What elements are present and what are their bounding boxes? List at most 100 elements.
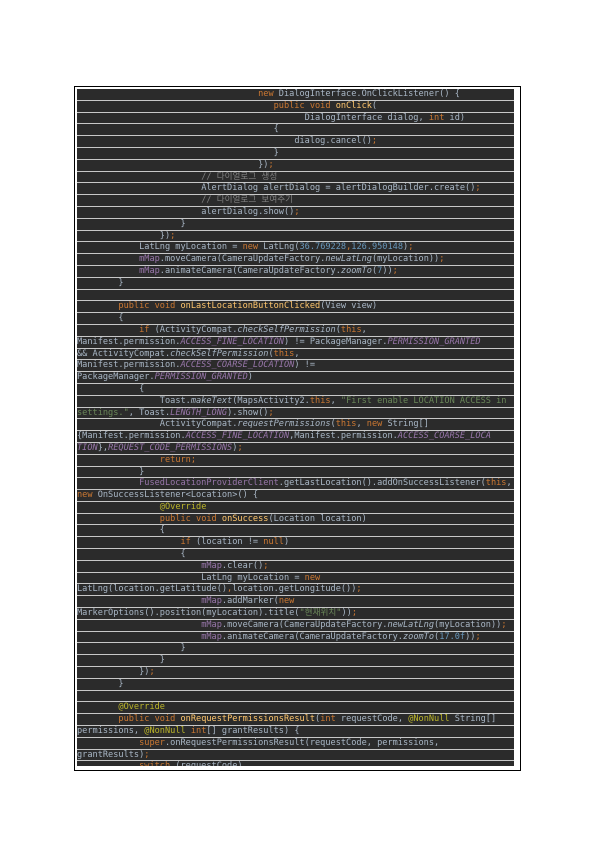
code-line: && ActivityCompat.checkSelfPermission(th… [77,349,514,361]
code-token: onLastLocationButtonClicked [180,301,321,312]
code-token: (Location location) [268,513,367,524]
code-line: } [77,655,514,668]
code-token: ; [351,608,358,619]
code-token: makeText [190,395,233,406]
code-token: PackageManager. [77,372,155,383]
code-token: FusedLocationProviderClient [139,478,279,489]
code-line: }); [77,231,514,243]
code-token: ACCESS_FINE_LOCATION [185,431,290,442]
code-line: permissions, @NonNull int[] grantResults… [77,726,514,738]
code-token: new [366,419,388,430]
code-line: mMap.clear(); [77,561,514,573]
code-token: ; [475,183,481,194]
code-token: , [361,324,367,335]
code-token: this [340,324,362,335]
code-token: public void [273,100,336,111]
code-token: ; [190,454,197,465]
code-token: mMap [139,265,160,276]
code-token: Toast. [159,395,191,406]
code-token: , [506,478,512,489]
code-token: LatLng(location.getLatitude() [77,584,228,595]
code-token: mMap [201,596,222,607]
code-token: ; [263,560,269,571]
code-token: requestCode, [340,714,409,725]
code-token: }) [139,667,150,678]
code-token: public void [118,714,181,725]
code-token: ) != PackageManager. [283,336,388,347]
code-token: new [242,242,264,253]
code-token: (View view) [320,301,378,312]
code-token: ) != [294,360,316,371]
code-token: settings." [77,407,129,418]
code-token: public void [118,301,181,312]
code-token: @Override [159,501,207,512]
code-token: Manifest.permission. [77,360,181,371]
code-token: location.getLongitude()) [232,584,357,595]
code-token: checkSelfPermission [170,348,269,359]
code-token: PERMISSION_GRANTED [387,336,481,347]
code-token: } [180,218,186,229]
code-token: )) [382,265,393,276]
code-token: .moveCamera(CameraUpdateFactory. [221,619,388,630]
code-token: ) [247,372,253,383]
code-line: } [77,219,514,231]
code-token: mMap [139,254,160,265]
code-token: null [263,537,284,548]
code-line: Manifest.permission.ACCESS_COARSE_LOCATI… [77,360,514,373]
code-line: FusedLocationProviderClient.getLastLocat… [77,478,514,491]
code-token: }) [159,230,171,241]
code-line: public void onRequestPermissionsResult(i… [77,714,514,727]
code-token: { [159,525,165,536]
code-token: )) [341,608,352,619]
code-token: return [159,454,191,465]
code-token: ; [475,631,481,642]
code-line: // 다이얼로그 보여주기 [77,195,514,207]
code-token: MarkerOptions().position(myLocation).tit… [77,608,300,619]
code-token: alertDialog.show() [201,206,295,217]
code-line: PackageManager.PERMISSION_GRANTED) [77,372,514,384]
code-token: // 다이얼로그 보여주기 [201,195,294,206]
code-line: TION},REQUEST_CODE_PERMISSIONS); [77,443,514,455]
code-line: } [77,643,514,656]
code-token: String[] [387,419,429,430]
code-line: @Override [77,702,514,715]
code-token: ; [439,254,445,265]
code-token: (myLocation)) [371,254,440,265]
code-line: { [77,525,514,538]
code-token: Manifest.permission. [77,336,181,347]
code-token: new [278,596,295,607]
code-token: .clear() [221,560,264,571]
code-token: newLatLng [325,254,372,265]
code-token: ActivityCompat. [159,419,238,430]
code-line: mMap.moveCamera(CameraUpdateFactory.newL… [77,254,514,266]
code-token: switch [139,761,175,766]
code-token: ,Manifest.permission. [289,431,398,442]
code-token: } [118,678,124,689]
code-line: mMap.animateCamera(CameraUpdateFactory.z… [77,266,514,278]
code-token: "현재위치" [299,608,342,619]
code-token: ; [371,136,378,147]
code-token: (requestCode) [175,761,242,766]
code-token: 36.769228 [299,242,347,253]
code-token: , [330,395,341,406]
